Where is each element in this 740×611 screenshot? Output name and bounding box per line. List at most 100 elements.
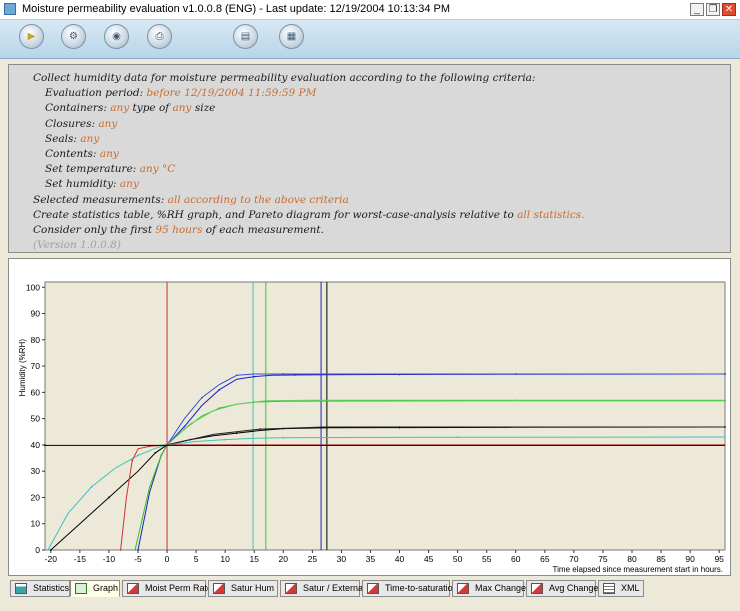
data-point <box>134 549 136 551</box>
y-axis-label: Humidity (%RH) <box>18 339 27 397</box>
y-tick-label: 30 <box>31 466 41 476</box>
y-tick-label: 20 <box>31 492 41 502</box>
data-point <box>44 444 46 447</box>
data-point <box>90 486 93 488</box>
x-tick-label: 55 <box>482 554 492 564</box>
run-icon: ▶ <box>27 31 36 42</box>
y-tick-label: 60 <box>31 387 41 397</box>
x-tick-label: 95 <box>714 554 724 564</box>
data-point <box>253 375 256 378</box>
criteria-consider: Consider only the first 95 hours of each… <box>33 223 324 236</box>
data-point <box>235 432 238 434</box>
bar-chart-icon <box>285 583 297 594</box>
criteria-contents: Contents: any <box>45 147 119 160</box>
data-point <box>456 436 459 439</box>
data-point <box>201 396 203 399</box>
data-point <box>514 373 517 375</box>
bar-chart-icon <box>127 583 139 594</box>
settings-button[interactable]: ⚙ <box>61 24 86 49</box>
x-tick-label: 75 <box>598 554 608 564</box>
tab-max-change[interactable]: Max Change <box>452 580 526 597</box>
plot-area <box>44 281 726 551</box>
data-point <box>398 426 401 428</box>
humidity-chart: Humidity (%RH) Time elapsed since measur… <box>18 281 726 574</box>
bar-chart-icon <box>531 583 543 594</box>
x-tick-label: 15 <box>249 554 259 564</box>
settings-icon: ⚙ <box>69 31 78 42</box>
criteria-closures: Closures: any <box>45 117 118 130</box>
bar-chart-icon <box>367 583 379 594</box>
y-tick-label: 50 <box>31 414 41 424</box>
data-point <box>108 496 110 499</box>
export-button[interactable]: ▤ <box>233 24 258 49</box>
tab-bar: Statistics Graph Moist Perm Rate Satur H… <box>8 580 731 598</box>
print-button[interactable]: ⎙ <box>147 24 172 49</box>
toolbar: ▶ ⚙ ◉ ⎙ ▤ ▦ <box>0 20 740 59</box>
x-tick-label: 50 <box>453 554 463 564</box>
close-button[interactable]: ✕ <box>722 3 736 16</box>
y-tick-label: 0 <box>35 545 40 555</box>
data-point <box>264 399 267 402</box>
preview-icon: ◉ <box>112 31 121 42</box>
criteria-containers: Containers: any type of any size <box>45 102 216 115</box>
x-tick-label: 65 <box>540 554 550 564</box>
run-button[interactable]: ▶ <box>19 24 44 49</box>
graph-panel: Humidity (%RH) Time elapsed since measur… <box>8 258 731 576</box>
data-point <box>514 399 517 402</box>
data-point <box>49 549 52 551</box>
criteria-seals: Seals: any <box>45 132 100 145</box>
data-point <box>183 425 186 428</box>
data-point <box>259 428 261 431</box>
minimize-button[interactable]: _ <box>690 3 704 16</box>
x-tick-label: 35 <box>366 554 376 564</box>
data-point <box>160 454 163 457</box>
x-tick-label: 0 <box>165 554 170 564</box>
criteria-selected: Selected measurements: all according to … <box>33 193 349 206</box>
tab-time-to-saturation[interactable]: Time-to-saturation <box>362 580 458 597</box>
graph-icon <box>75 583 87 594</box>
tab-xml[interactable]: XML <box>598 580 644 597</box>
criteria-version: (Version 1.0.0.8) <box>33 239 121 252</box>
x-tick-label: -15 <box>74 554 87 564</box>
data-point <box>218 388 221 391</box>
criteria-period: Evaluation period: before 12/19/2004 11:… <box>45 87 317 100</box>
tab-satur-hum[interactable]: Satur Hum <box>208 580 278 597</box>
data-point <box>154 451 157 454</box>
x-tick-label: 85 <box>656 554 666 564</box>
data-point <box>131 459 134 462</box>
x-tick-label: 5 <box>194 554 199 564</box>
criteria-temperature: Set temperature: any °C <box>45 163 176 176</box>
y-tick-label: 10 <box>31 519 41 529</box>
export-icon: ▤ <box>240 31 251 42</box>
report-icon: ▦ <box>286 31 297 42</box>
window-title: Moisture permeability evaluation v1.0.0.… <box>22 3 451 15</box>
criteria-create: Create statistics table, %RH graph, and … <box>33 208 585 221</box>
x-tick-label: -20 <box>45 554 58 564</box>
data-point <box>235 374 238 377</box>
x-tick-label: 45 <box>424 554 434 564</box>
tab-satur-external[interactable]: Satur / External <box>280 580 365 597</box>
y-tick-label: 40 <box>31 440 41 450</box>
bar-chart-icon <box>457 583 469 594</box>
y-tick-label: 90 <box>31 309 41 319</box>
data-point <box>212 409 215 412</box>
y-tick-label: 70 <box>31 361 41 371</box>
x-tick-label: 10 <box>220 554 230 564</box>
title-bar: Moisture permeability evaluation v1.0.0.… <box>0 0 740 20</box>
report-button[interactable]: ▦ <box>279 24 304 49</box>
x-tick-label: 90 <box>685 554 695 564</box>
criteria-panel: Collect humidity data for moisture perme… <box>8 64 731 253</box>
tab-moist-perm-rate[interactable]: Moist Perm Rate <box>122 580 212 597</box>
tab-statistics[interactable]: Statistics <box>10 580 70 597</box>
app-icon <box>4 3 16 15</box>
x-tick-label: 20 <box>279 554 289 564</box>
data-point <box>224 438 227 441</box>
data-point <box>137 549 139 551</box>
tab-graph[interactable]: Graph <box>70 580 120 597</box>
data-point <box>119 549 122 551</box>
restore-button[interactable]: ❐ <box>706 3 720 16</box>
y-tick-label: 80 <box>31 335 41 345</box>
tab-avg-change[interactable]: Avg Change <box>526 580 598 597</box>
x-tick-label: 30 <box>337 554 347 564</box>
preview-button[interactable]: ◉ <box>104 24 129 49</box>
